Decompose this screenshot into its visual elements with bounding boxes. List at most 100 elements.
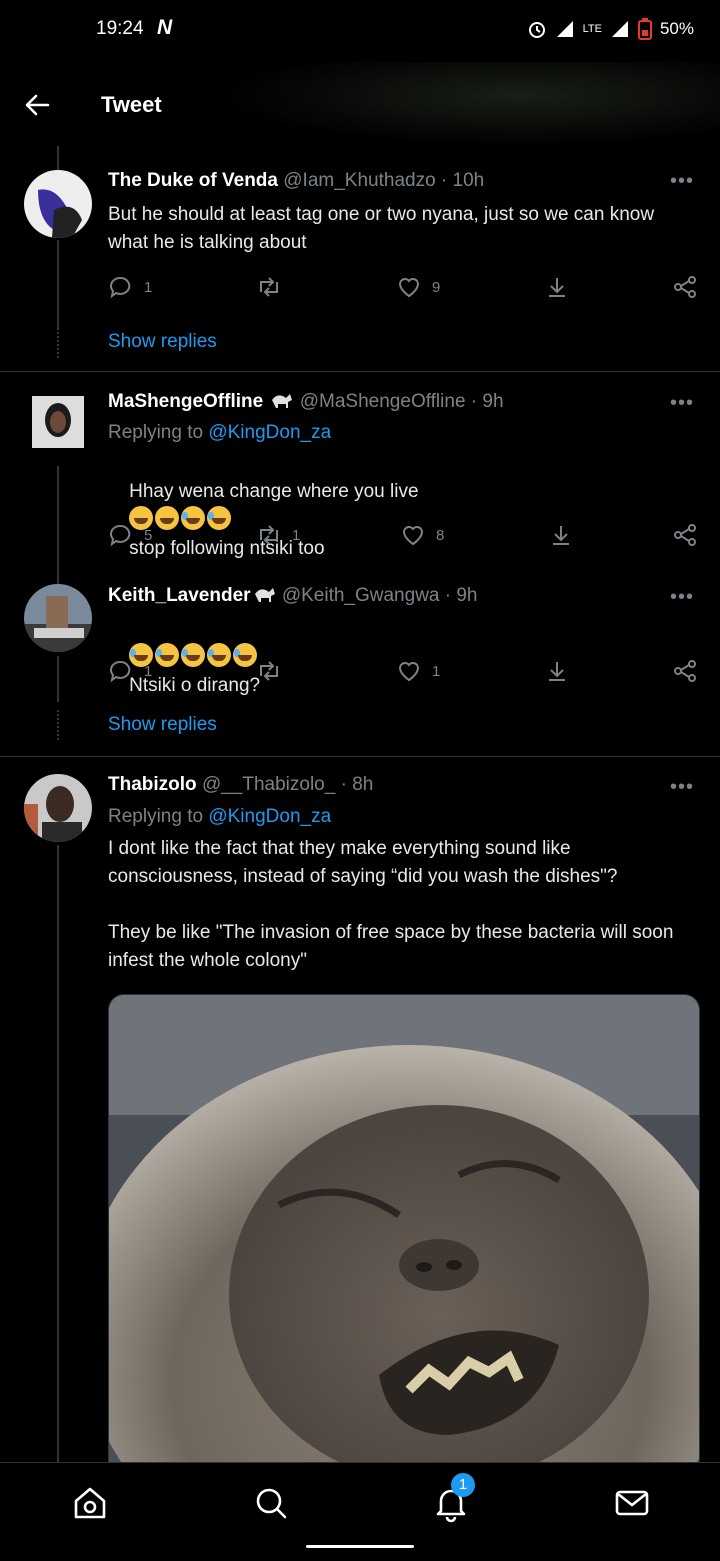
status-icons: LTE 50%	[527, 18, 694, 40]
avatar[interactable]	[32, 396, 84, 448]
reply-count: 1	[144, 662, 153, 680]
back-arrow-icon[interactable]	[22, 90, 52, 120]
save-button[interactable]	[544, 274, 570, 300]
retweet-button[interactable]	[256, 274, 282, 300]
tweet-actions: 5 1 8	[108, 522, 698, 554]
tweet[interactable]: The Duke of Venda @Iam_Khuthadzo · 10h •…	[0, 146, 720, 372]
status-bar: 19:24 N LTE 50%	[0, 0, 720, 62]
messages-envelope-icon[interactable]	[612, 1483, 652, 1523]
thread-line	[57, 466, 59, 572]
retweet-icon	[260, 277, 278, 297]
heart-icon	[402, 526, 424, 546]
battery-icon	[637, 18, 652, 40]
tweet-image[interactable]	[108, 994, 700, 1466]
like-count: 8	[436, 526, 445, 544]
author-name[interactable]: The Duke of Venda	[108, 170, 278, 191]
thread-line	[57, 656, 59, 702]
notifications-badge: 1	[451, 1473, 475, 1497]
like-count: 9	[432, 278, 441, 296]
replying-to: Replying to @KingDon_za	[108, 422, 331, 444]
tweet-text-part1: Hhay wena change where you live	[129, 481, 419, 502]
share-button[interactable]	[672, 658, 698, 684]
thread-line	[57, 240, 59, 330]
replying-to: Replying to @KingDon_za	[108, 806, 331, 828]
signal-icon-2	[611, 21, 628, 37]
goat-emoji-icon	[254, 588, 275, 602]
share-icon	[674, 660, 696, 682]
tweet-text: But he should at least tag one or two ny…	[108, 204, 660, 253]
author-name[interactable]: Thabizolo	[108, 774, 197, 795]
thread-dots	[57, 710, 59, 740]
more-options-icon[interactable]: •••	[670, 776, 694, 799]
tweet-text: I dont like the fact that they make ever…	[108, 838, 674, 971]
avatar[interactable]	[24, 584, 92, 652]
author-name[interactable]: MaShengeOffline	[108, 391, 263, 412]
header-glow	[220, 62, 720, 146]
share-icon	[674, 276, 696, 298]
tweet[interactable]: MaShengeOffline @MaShengeOffline · 9h ••…	[0, 372, 720, 572]
signal-icon	[556, 21, 573, 37]
alarm-icon	[528, 22, 545, 38]
replying-prefix: Replying to	[108, 422, 204, 443]
more-options-icon[interactable]: •••	[670, 170, 694, 193]
tweet-actions: 1 9	[108, 274, 698, 306]
tweet-actions: 1 1	[108, 658, 698, 690]
reply-button[interactable]: 1	[108, 274, 152, 300]
show-replies-link[interactable]: Show replies	[108, 331, 217, 353]
like-count: 1	[432, 662, 441, 680]
reply-count: 1	[144, 278, 153, 296]
retweet-icon	[260, 525, 278, 545]
thread-line-top	[57, 572, 59, 584]
home-indicator[interactable]	[306, 1545, 414, 1548]
carrier-logo: N	[157, 16, 173, 39]
save-button[interactable]	[544, 658, 570, 684]
reply-icon	[110, 524, 131, 547]
replying-mention[interactable]: @KingDon_za	[208, 806, 331, 827]
share-icon	[674, 524, 696, 546]
header: Tweet	[0, 62, 720, 146]
download-arrow-icon	[549, 278, 565, 297]
page-title: Tweet	[101, 92, 162, 117]
search-icon[interactable]	[251, 1483, 291, 1523]
like-button[interactable]: 9	[396, 274, 440, 300]
thread-dots	[57, 332, 59, 358]
share-button[interactable]	[672, 522, 698, 548]
retweet-button[interactable]: 1	[256, 522, 300, 548]
like-button[interactable]: 1	[396, 658, 440, 684]
reply-button[interactable]: 5	[108, 522, 152, 548]
author-handle: @MaShengeOffline · 9h	[299, 391, 504, 412]
retweet-icon	[260, 661, 278, 681]
heart-icon	[398, 662, 420, 682]
reply-icon	[110, 660, 131, 683]
avatar[interactable]	[24, 774, 92, 842]
reply-icon	[110, 276, 131, 299]
avatar[interactable]	[24, 170, 92, 238]
more-options-icon[interactable]: •••	[670, 586, 694, 609]
replying-prefix: Replying to	[108, 806, 204, 827]
tweet[interactable]: Keith_Lavender @Keith_Gwangwa · 9h ••• N…	[0, 572, 720, 757]
author-handle: @Iam_Khuthadzo · 10h	[283, 170, 485, 191]
goat-emoji-icon	[272, 394, 293, 408]
tweet-text: Hhay wena change where you live stop fol…	[108, 450, 688, 591]
home-icon[interactable]	[70, 1483, 110, 1523]
like-button[interactable]: 8	[400, 522, 444, 548]
author-name[interactable]: Keith_Lavender	[108, 585, 251, 606]
retweet-button[interactable]	[256, 658, 282, 684]
show-replies-link[interactable]: Show replies	[108, 714, 217, 736]
reply-count: 5	[144, 526, 153, 544]
retweet-count: 1	[292, 526, 301, 544]
thread-line	[57, 845, 59, 1465]
network-label: LTE	[582, 23, 602, 35]
more-options-icon[interactable]: •••	[670, 392, 694, 415]
replying-mention[interactable]: @KingDon_za	[208, 422, 331, 443]
save-button[interactable]	[548, 522, 574, 548]
monkey-photo	[109, 995, 699, 1465]
battery-level: 50%	[659, 19, 694, 38]
reply-button[interactable]: 1	[108, 658, 152, 684]
download-arrow-icon	[549, 662, 565, 681]
download-arrow-icon	[553, 526, 569, 545]
thread-line-top	[57, 146, 59, 170]
share-button[interactable]	[672, 274, 698, 300]
status-time: 19:24	[96, 18, 144, 39]
author-handle: @__Thabizolo_ · 8h	[201, 774, 374, 795]
